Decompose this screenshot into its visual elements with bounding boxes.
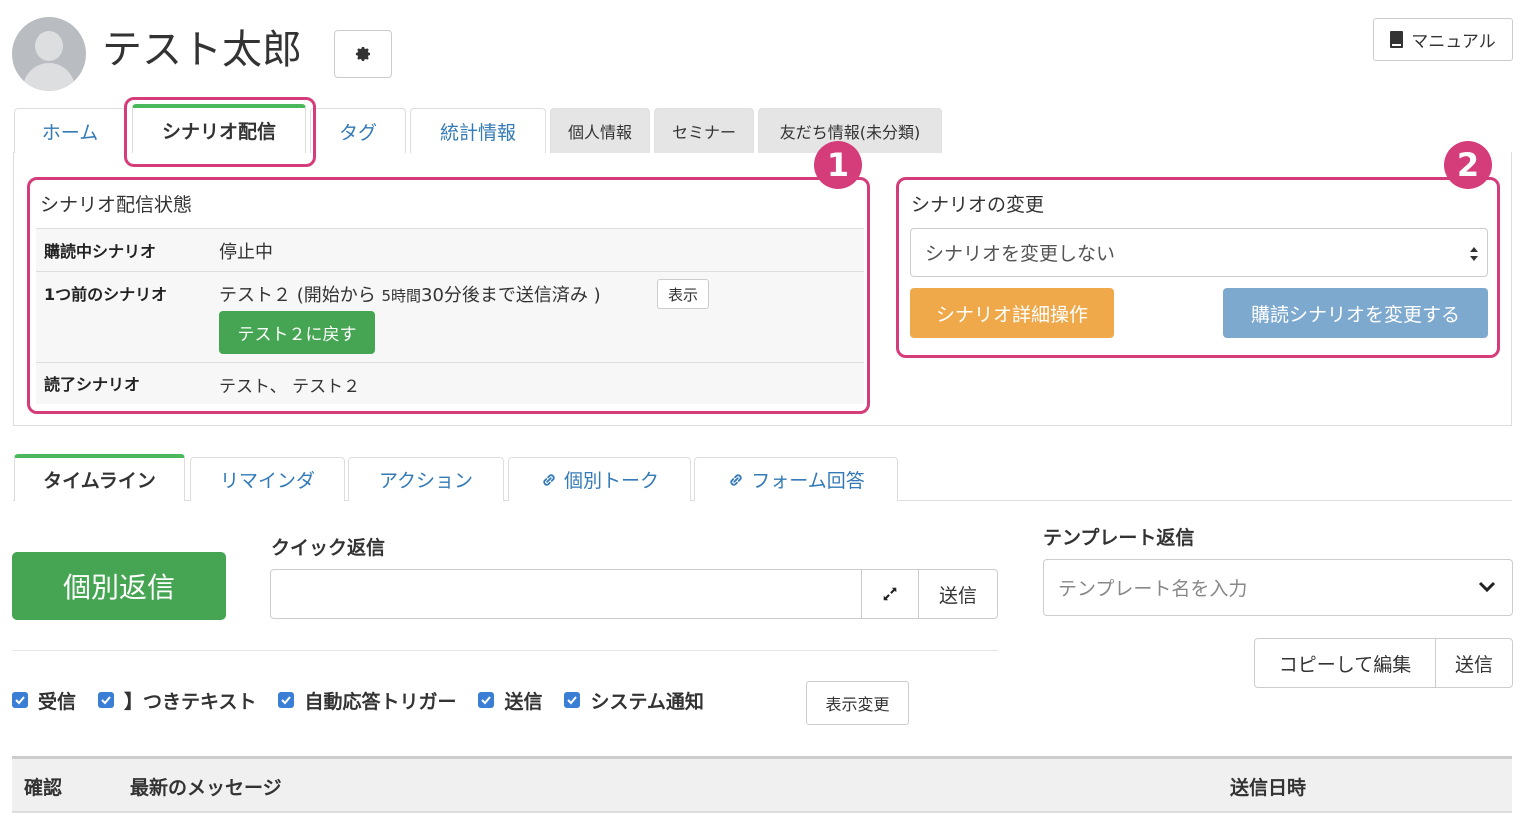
highlight-scenario-tab <box>124 97 316 167</box>
row-finished-scenario <box>36 362 864 404</box>
gear-icon <box>355 46 371 62</box>
checkbox-received[interactable] <box>12 692 28 708</box>
row-finished-value: テスト、 テスト２ <box>219 377 361 397</box>
filter-row: 受信 】つきテキスト 自動応答トリガー 送信 システム通知 <box>12 686 726 714</box>
tab-form-answers-label: フォーム回答 <box>751 470 865 492</box>
scenario-select-value: シナリオを変更しない <box>925 243 1116 265</box>
quick-reply-label: クイック返信 <box>271 537 386 559</box>
col-latest-message: 最新のメッセージ <box>130 777 282 799</box>
avatar-head <box>35 31 63 61</box>
checkbox-sent[interactable] <box>478 692 495 708</box>
return-to-test2-button[interactable]: テスト２に戻す <box>219 311 375 354</box>
badge-one: 1 <box>814 141 862 189</box>
template-select[interactable]: テンプレート名を入力 <box>1043 559 1513 616</box>
row-current-scenario <box>36 228 864 271</box>
avatar-body <box>23 63 75 91</box>
book-icon <box>1390 31 1404 48</box>
chevron-down-icon <box>1478 581 1496 593</box>
copy-edit-button[interactable]: コピーして編集 <box>1254 638 1436 688</box>
col-confirm: 確認 <box>24 777 63 799</box>
tab-tag[interactable]: タグ <box>310 108 406 153</box>
tab-seminar[interactable]: セミナー <box>654 108 754 153</box>
row-previous-value: テスト２ (開始から 5時間30分後まで送信済み ) <box>219 281 601 307</box>
check-icon <box>15 696 25 705</box>
link-icon <box>730 473 742 486</box>
row-finished-label: 読了シナリオ <box>44 375 141 394</box>
tab-stats[interactable]: 統計情報 <box>410 108 546 153</box>
user-name: テスト太郎 <box>102 27 302 73</box>
template-send-button[interactable]: 送信 <box>1435 638 1513 688</box>
check-icon <box>567 696 578 705</box>
individual-reply-button[interactable]: 個別返信 <box>12 552 226 620</box>
scenario-detail-button[interactable]: シナリオ詳細操作 <box>910 288 1114 338</box>
scenario-select[interactable]: シナリオを変更しない <box>910 228 1488 277</box>
badge-two: 2 <box>1444 141 1492 189</box>
checkbox-auto-trigger[interactable] <box>278 692 295 708</box>
check-icon <box>281 696 292 705</box>
tab-home[interactable]: ホーム <box>14 108 126 153</box>
tab-individual-talk[interactable]: 個別トーク <box>508 457 691 501</box>
change-title: シナリオの変更 <box>911 194 1045 216</box>
tab-personal[interactable]: 個人情報 <box>550 108 650 153</box>
quick-reply-input[interactable] <box>270 569 862 619</box>
filter-label-system: システム通知 <box>590 690 704 713</box>
prev-value-num: 30分後まで送信済み ) <box>421 285 601 306</box>
link-icon <box>543 473 555 486</box>
updown-arrow-icon <box>1470 247 1478 261</box>
template-placeholder: テンプレート名を入力 <box>1058 578 1248 600</box>
tab-form-answers[interactable]: フォーム回答 <box>694 457 898 501</box>
manual-button[interactable]: マニュアル <box>1373 18 1513 61</box>
expand-button[interactable] <box>861 569 919 619</box>
col-sent-date: 送信日時 <box>1230 777 1307 799</box>
change-scenario-button[interactable]: 購読シナリオを変更する <box>1223 288 1488 338</box>
row-current-label: 購読中シナリオ <box>44 242 157 261</box>
prev-value-small: 5時間 <box>381 287 422 305</box>
manual-label: マニュアル <box>1411 32 1496 52</box>
divider <box>12 650 998 651</box>
change-display-button[interactable]: 表示変更 <box>806 681 909 725</box>
tab-action[interactable]: アクション <box>348 457 504 501</box>
status-title: シナリオ配信状態 <box>40 194 193 216</box>
filter-label-received: 受信 <box>38 690 77 713</box>
filter-label-auto-trigger: 自動応答トリガー <box>304 690 457 713</box>
avatar <box>12 17 86 91</box>
template-reply-label: テンプレート返信 <box>1043 527 1195 549</box>
check-icon <box>481 696 492 705</box>
prev-value-main: テスト２ (開始から <box>219 285 382 306</box>
quick-send-button[interactable]: 送信 <box>918 569 998 619</box>
row-previous-label: 1つ前のシナリオ <box>44 285 168 304</box>
filter-label-bracket-text: 】つきテキスト <box>124 690 257 713</box>
tab-reminder[interactable]: リマインダ <box>190 457 345 501</box>
tab-timeline[interactable]: タイムライン <box>14 454 185 501</box>
row-current-value: 停止中 <box>219 242 273 263</box>
tab-individual-talk-label: 個別トーク <box>563 470 659 492</box>
show-button[interactable]: 表示 <box>657 279 709 309</box>
filter-label-sent: 送信 <box>504 690 543 713</box>
check-icon <box>101 696 111 705</box>
checkbox-system[interactable] <box>564 692 581 708</box>
expand-icon <box>883 587 897 601</box>
settings-button[interactable] <box>334 30 392 78</box>
checkbox-bracket-text[interactable] <box>98 692 115 708</box>
